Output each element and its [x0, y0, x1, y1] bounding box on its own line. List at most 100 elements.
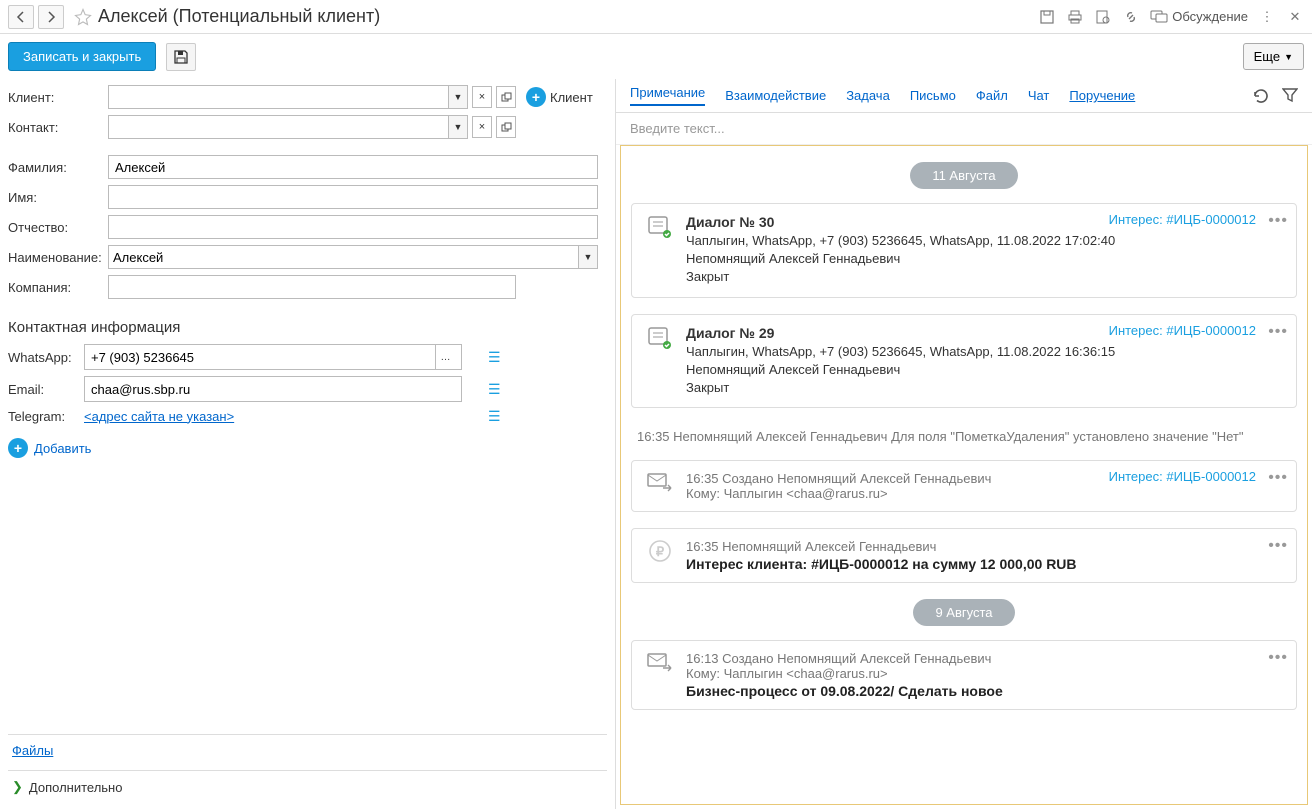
- card-meta: 16:13 Создано Непомнящий Алексей Геннадь…: [686, 651, 1282, 666]
- activity-feed: 11 Августа Интерес: #ИЦБ-0000012 ••• Диа…: [620, 145, 1308, 805]
- card-bold: Бизнес-процесс от 09.08.2022/ Сделать но…: [686, 683, 1282, 699]
- tab-letter[interactable]: Письмо: [910, 88, 956, 103]
- surname-input[interactable]: [108, 155, 598, 179]
- surname-label: Фамилия:: [8, 160, 108, 175]
- add-client-button[interactable]: + Клиент: [526, 87, 593, 107]
- tab-file[interactable]: Файл: [976, 88, 1008, 103]
- name-label: Имя:: [8, 190, 108, 205]
- display-label: Наименование:: [8, 250, 108, 265]
- svg-text:₽: ₽: [656, 544, 665, 559]
- card-bold: Интерес клиента: #ИЦБ-0000012 на сумму 1…: [686, 556, 1282, 572]
- files-link[interactable]: Файлы: [8, 735, 607, 766]
- link-icon[interactable]: [1122, 8, 1140, 26]
- client-clear-button[interactable]: ×: [472, 86, 492, 108]
- note-text-input[interactable]: Введите текст...: [616, 113, 1312, 145]
- add-contact-label: Добавить: [34, 441, 91, 456]
- card-menu-icon[interactable]: •••: [1268, 537, 1288, 555]
- kebab-menu-icon[interactable]: ⋮: [1258, 8, 1276, 26]
- tab-task[interactable]: Задача: [846, 88, 890, 103]
- card-status: Закрыт: [686, 268, 1282, 286]
- contact-label: Контакт:: [8, 120, 108, 135]
- add-client-label: Клиент: [550, 90, 593, 105]
- dialog-icon: [646, 214, 674, 240]
- card-detail: Чаплыгин, WhatsApp, +7 (903) 5236645, Wh…: [686, 343, 1282, 361]
- tab-interaction[interactable]: Взаимодействие: [725, 88, 826, 103]
- patronymic-input[interactable]: [108, 215, 598, 239]
- expand-label: Дополнительно: [29, 780, 123, 795]
- whatsapp-input[interactable]: [91, 345, 435, 369]
- preview-icon[interactable]: [1094, 8, 1112, 26]
- dialog-icon: [646, 325, 674, 351]
- plus-icon: +: [8, 438, 28, 458]
- date-badge: 11 Августа: [910, 162, 1017, 189]
- card-menu-icon[interactable]: •••: [1268, 649, 1288, 667]
- card-to: Кому: Чаплыгин <chaa@rarus.ru>: [686, 666, 1282, 681]
- mail-out-icon: [646, 651, 674, 673]
- nav-back-button[interactable]: [8, 5, 34, 29]
- name-input[interactable]: [108, 185, 598, 209]
- company-input[interactable]: [108, 275, 516, 299]
- add-contact-button[interactable]: + Добавить: [8, 438, 607, 458]
- favorite-star-icon[interactable]: [72, 6, 94, 28]
- save-button[interactable]: [166, 43, 196, 71]
- discuss-button[interactable]: Обсуждение: [1150, 9, 1248, 25]
- card-email-1[interactable]: Интерес: #ИЦБ-0000012 ••• 16:35 Создано …: [631, 460, 1297, 512]
- card-detail: Чаплыгин, WhatsApp, +7 (903) 5236645, Wh…: [686, 232, 1282, 250]
- whatsapp-menu-icon[interactable]: [488, 349, 504, 365]
- card-to: Кому: Чаплыгин <chaa@rarus.ru>: [686, 486, 1282, 501]
- ruble-icon: ₽: [646, 539, 674, 563]
- tab-errand[interactable]: Поручение: [1069, 88, 1135, 103]
- tab-chat[interactable]: Чат: [1028, 88, 1050, 103]
- mail-out-icon: [646, 471, 674, 493]
- client-dropdown-button[interactable]: ▼: [448, 85, 468, 109]
- more-button[interactable]: Еще▼: [1243, 43, 1304, 70]
- card-menu-icon[interactable]: •••: [1268, 212, 1288, 230]
- contact-info-title: Контактная информация: [8, 319, 607, 336]
- tab-note[interactable]: Примечание: [630, 85, 705, 106]
- card-author: Непомнящий Алексей Геннадьевич: [686, 361, 1282, 379]
- client-open-button[interactable]: [496, 86, 516, 108]
- email-label: Email:: [8, 382, 78, 397]
- card-email-2[interactable]: ••• 16:13 Создано Непомнящий Алексей Ген…: [631, 640, 1297, 710]
- company-label: Компания:: [8, 280, 108, 295]
- client-input[interactable]: [108, 85, 448, 109]
- save-icon[interactable]: [1038, 8, 1056, 26]
- whatsapp-label: WhatsApp:: [8, 350, 78, 365]
- card-dialog-29[interactable]: Интерес: #ИЦБ-0000012 ••• Диалог № 29 Ча…: [631, 314, 1297, 409]
- interest-link[interactable]: Интерес: #ИЦБ-0000012: [1109, 323, 1256, 338]
- discuss-label: Обсуждение: [1172, 9, 1248, 24]
- telegram-menu-icon[interactable]: [488, 408, 504, 424]
- expand-additional[interactable]: ❯ Дополнительно: [8, 771, 607, 803]
- card-menu-icon[interactable]: •••: [1268, 469, 1288, 487]
- refresh-icon[interactable]: [1252, 87, 1270, 105]
- interest-link[interactable]: Интерес: #ИЦБ-0000012: [1109, 212, 1256, 227]
- telegram-link[interactable]: <адрес сайта не указан>: [84, 409, 462, 424]
- contact-clear-button[interactable]: ×: [472, 116, 492, 138]
- close-icon[interactable]: ✕: [1286, 8, 1304, 26]
- card-menu-icon[interactable]: •••: [1268, 323, 1288, 341]
- plus-icon: +: [526, 87, 546, 107]
- chevron-right-icon: ❯: [12, 779, 23, 795]
- card-status: Закрыт: [686, 379, 1282, 397]
- date-badge: 9 Августа: [913, 599, 1014, 626]
- card-interest[interactable]: ••• ₽ 16:35 Непомнящий Алексей Геннадьев…: [631, 528, 1297, 583]
- email-menu-icon[interactable]: [488, 381, 504, 397]
- filter-icon[interactable]: [1282, 87, 1298, 105]
- card-meta: 16:35 Непомнящий Алексей Геннадьевич: [686, 539, 1282, 554]
- contact-input[interactable]: [108, 115, 448, 139]
- email-input[interactable]: [91, 377, 455, 401]
- save-and-close-button[interactable]: Записать и закрыть: [8, 42, 156, 71]
- contact-open-button[interactable]: [496, 116, 516, 138]
- interest-link[interactable]: Интерес: #ИЦБ-0000012: [1109, 469, 1256, 484]
- log-entry: 16:35 Непомнящий Алексей Геннадьевич Для…: [631, 424, 1297, 460]
- card-dialog-30[interactable]: Интерес: #ИЦБ-0000012 ••• Диалог № 30 Ча…: [631, 203, 1297, 298]
- card-author: Непомнящий Алексей Геннадьевич: [686, 250, 1282, 268]
- more-label: Еще: [1254, 49, 1280, 64]
- print-icon[interactable]: [1066, 8, 1084, 26]
- display-dropdown-button[interactable]: ▼: [578, 245, 598, 269]
- nav-forward-button[interactable]: [38, 5, 64, 29]
- display-input[interactable]: [108, 245, 578, 269]
- contact-dropdown-button[interactable]: ▼: [448, 115, 468, 139]
- client-label: Клиент:: [8, 90, 108, 105]
- whatsapp-options-button[interactable]: …: [435, 345, 455, 369]
